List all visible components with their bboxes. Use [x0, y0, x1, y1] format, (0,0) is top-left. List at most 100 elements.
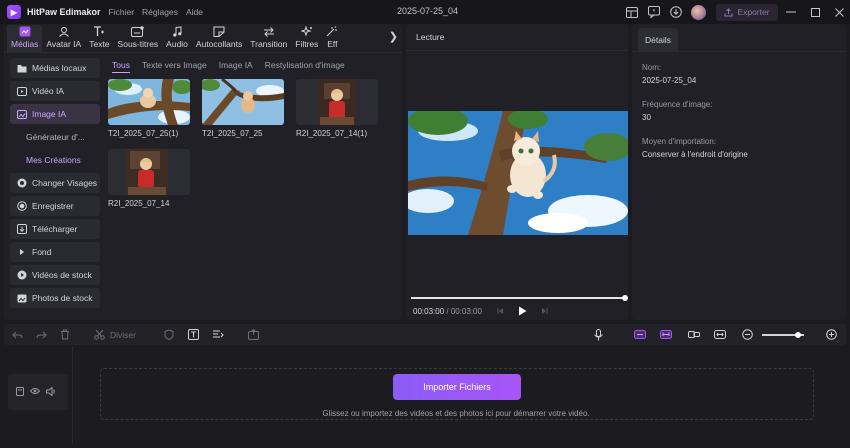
link-clips-icon[interactable]: [634, 328, 646, 341]
zoom-slider[interactable]: [762, 332, 804, 338]
preview-title: Lecture: [416, 32, 445, 42]
export-clip-icon[interactable]: [248, 328, 259, 341]
split-button[interactable]: Diviser: [94, 328, 136, 341]
maximize-icon[interactable]: [804, 0, 826, 24]
tab-medias[interactable]: Médias: [7, 25, 43, 52]
menu-fichier[interactable]: Fichier: [109, 7, 135, 17]
detail-name-label: Nom:: [642, 63, 662, 72]
sidebar-item-enregistrer[interactable]: Enregistrer: [10, 196, 100, 216]
undo-icon[interactable]: [12, 328, 23, 341]
eye-icon[interactable]: [29, 387, 41, 397]
subtab-restylisation[interactable]: Restylisation d'image: [265, 60, 345, 73]
zoom-in-icon[interactable]: [826, 328, 837, 341]
tab-avatar-ia[interactable]: Avatar IA: [42, 25, 85, 52]
subtab-texte-vers-image[interactable]: Texte vers Image: [142, 60, 207, 73]
face-swap-icon: [17, 178, 27, 188]
tab-filtres[interactable]: Filtres: [291, 25, 322, 52]
feedback-icon[interactable]: [647, 5, 661, 19]
speaker-icon[interactable]: [46, 385, 56, 398]
layout-icon[interactable]: [625, 5, 639, 19]
filter-icon: [300, 26, 313, 37]
minimize-icon[interactable]: [780, 0, 802, 24]
delete-icon[interactable]: [60, 328, 70, 341]
tab-details[interactable]: Détails: [638, 28, 678, 51]
sidebar-item-video-ia[interactable]: Vidéo IA: [10, 81, 100, 101]
tab-autocollants[interactable]: Autocollants: [192, 25, 246, 52]
media-icon: [19, 26, 31, 37]
menu-aide[interactable]: Aide: [186, 7, 203, 17]
sidebar-item-videos-de-stock[interactable]: Vidéos de stock: [10, 265, 100, 285]
tab-effets[interactable]: Eff: [322, 25, 342, 52]
ripple-icon[interactable]: [688, 328, 700, 341]
track-settings-icon[interactable]: [16, 386, 24, 398]
stock-video-icon: [17, 270, 27, 280]
sidebar-item-image-ia[interactable]: Image IA: [10, 104, 100, 124]
previous-frame-icon[interactable]: [496, 307, 504, 317]
tab-transition[interactable]: Transition: [246, 25, 291, 52]
media-sidebar: Médias locaux Vidéo IA Image IA Générate…: [10, 58, 100, 311]
export-button[interactable]: Exporter: [716, 3, 778, 21]
sidebar-item-telecharger[interactable]: Télécharger: [10, 219, 100, 239]
export-icon: [724, 7, 733, 16]
tab-texte-label: Texte: [89, 39, 110, 49]
sidebar-sub-generateur[interactable]: Générateur d'...: [10, 127, 100, 147]
image-ai-icon: [17, 109, 27, 119]
zoom-slider-handle[interactable]: [794, 332, 801, 338]
sidebar-item-label: Télécharger: [32, 224, 78, 234]
media-item[interactable]: R2I_2025_07_14: [108, 149, 192, 208]
tab-audio[interactable]: Audio: [162, 25, 192, 52]
detail-name-value: 2025-07-25_04: [642, 76, 697, 85]
menu-reglages[interactable]: Réglages: [142, 7, 178, 17]
zoom-out-icon[interactable]: [742, 328, 753, 341]
sidebar-item-photos-de-stock[interactable]: Photos de stock: [10, 288, 100, 308]
scissors-icon: [94, 329, 105, 340]
media-item[interactable]: R2I_2025_07_14(1): [296, 79, 380, 138]
sidebar-sub-mes-creations[interactable]: Mes Créations: [10, 150, 100, 170]
text-icon: [93, 26, 105, 37]
sidebar-item-label: Médias locaux: [32, 63, 87, 73]
chevron-right-icon[interactable]: ❯: [389, 30, 398, 43]
subtab-image-ia[interactable]: Image IA: [219, 60, 253, 73]
microphone-icon[interactable]: [594, 328, 603, 341]
sidebar-item-changer-visages[interactable]: Changer Visages: [10, 173, 100, 193]
tab-texte[interactable]: Texte: [85, 25, 113, 52]
tab-sous-titres[interactable]: Sous-titres: [114, 25, 163, 52]
download-icon: [17, 224, 27, 234]
media-item-label: T2I_2025_07_25: [202, 129, 263, 138]
playback-progress-handle[interactable]: [622, 295, 628, 301]
detail-fps-label: Fréquence d'image:: [642, 100, 713, 109]
media-item-label: T2I_2025_07_25(1): [108, 129, 179, 138]
playback-progress-bar[interactable]: [411, 295, 628, 301]
shield-icon[interactable]: [164, 328, 174, 341]
redo-icon[interactable]: [36, 328, 47, 341]
text-box-icon[interactable]: [188, 328, 199, 341]
media-item[interactable]: T2I_2025_07_25: [202, 79, 286, 138]
tab-avatar-ia-label: Avatar IA: [46, 39, 82, 49]
track-header: [8, 374, 68, 410]
media-item-label: R2I_2025_07_14(1): [296, 129, 368, 138]
media-item[interactable]: T2I_2025_07_25(1): [108, 79, 192, 138]
tab-audio-label: Audio: [166, 39, 188, 49]
magnet-icon[interactable]: [660, 328, 672, 341]
play-icon[interactable]: [518, 306, 527, 318]
sidebar-item-medias-locaux[interactable]: Médias locaux: [10, 58, 100, 78]
sidebar-item-fond[interactable]: Fond: [10, 242, 100, 262]
media-item-label: R2I_2025_07_14: [108, 199, 170, 208]
close-icon[interactable]: [828, 0, 850, 24]
import-files-button[interactable]: Importer Fichiers: [393, 374, 521, 400]
subtab-tous[interactable]: Tous: [112, 60, 130, 73]
project-title: 2025-07-25_04: [397, 6, 459, 16]
next-frame-icon[interactable]: [541, 307, 549, 317]
sidebar-item-label: Vidéo IA: [32, 86, 64, 96]
download-circle-icon[interactable]: [669, 5, 683, 19]
thumbnail-cat-tree-2: [202, 79, 284, 125]
details-panel: Détails Nom: 2025-07-25_04 Fréquence d'i…: [632, 24, 846, 320]
tab-filtres-label: Filtres: [295, 39, 319, 49]
video-ai-icon: [17, 86, 27, 96]
user-avatar[interactable]: [691, 4, 706, 20]
folder-icon: [17, 63, 27, 73]
auto-subtitle-icon[interactable]: [212, 328, 224, 341]
fit-timeline-icon[interactable]: [714, 328, 726, 341]
preview-video[interactable]: [408, 111, 628, 235]
detail-fps-value: 30: [642, 113, 651, 122]
